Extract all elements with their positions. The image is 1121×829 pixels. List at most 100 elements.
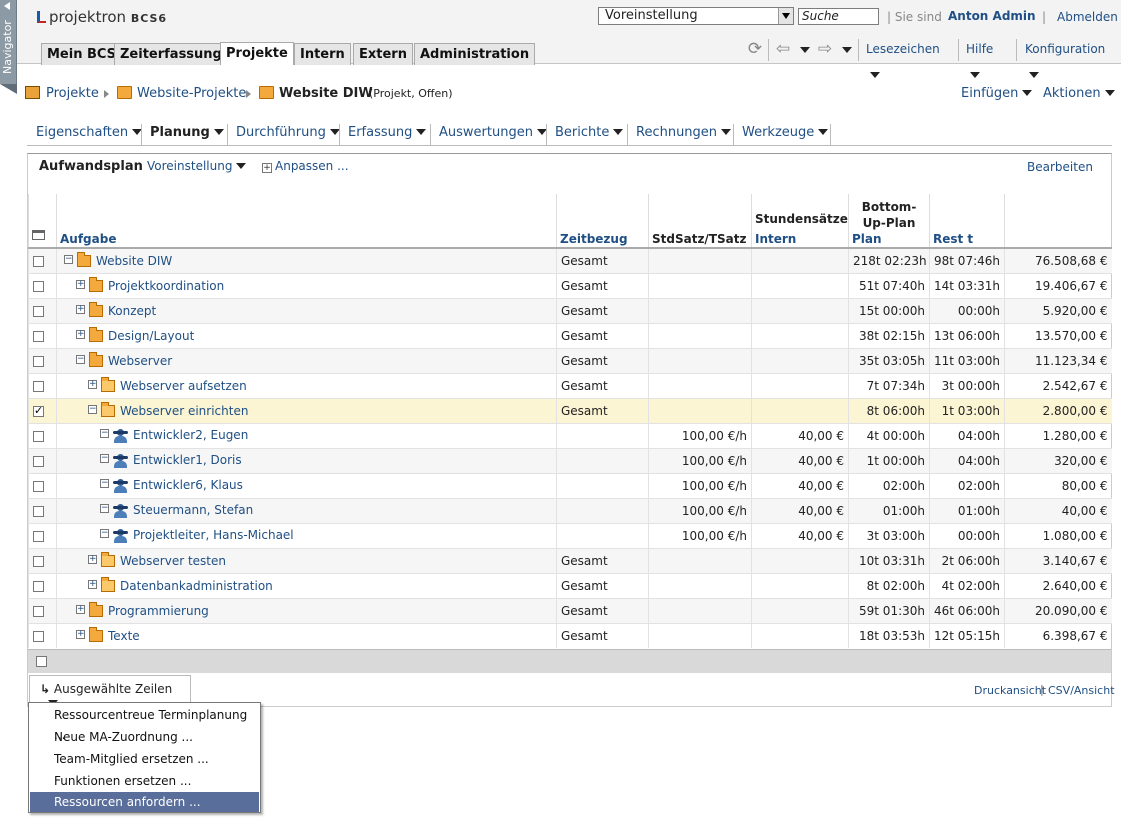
task-cell[interactable]: + Projektkoordination (56, 272, 557, 298)
expand-icon[interactable]: + (76, 604, 85, 614)
task-cell[interactable]: − Entwickler1, Doris (56, 447, 557, 473)
selected-rows-button[interactable]: ↳ Ausgewählte Zeilen (29, 675, 191, 706)
edit-button[interactable]: Bearbeiten (1027, 160, 1093, 174)
collapse-icon[interactable]: − (100, 479, 109, 489)
column-chooser[interactable] (28, 194, 57, 249)
task-cell[interactable]: + Programmierung (56, 597, 557, 623)
table-row[interactable]: + Projektkoordination Gesamt 51t 07:40h 14t … (28, 272, 1112, 298)
row-checkbox[interactable] (33, 280, 44, 292)
task-name[interactable]: Webserver (108, 354, 172, 368)
header-intern[interactable]: Stundensätze Intern (751, 194, 849, 249)
task-cell[interactable]: − Entwickler2, Eugen (56, 422, 557, 448)
help-menu[interactable]: Hilfe (966, 36, 993, 78)
breadcrumb-website-projekte[interactable]: Website-Projekte (137, 86, 246, 101)
back-dropdown-icon[interactable] (792, 36, 814, 62)
expand-icon[interactable]: + (76, 304, 85, 314)
menu-item-replace-functions[interactable]: Funktionen ersetzen ... (30, 771, 259, 791)
forward-arrow-icon[interactable]: ⇨ (814, 36, 836, 62)
row-checkbox[interactable] (33, 380, 44, 392)
task-cell[interactable]: + Texte (56, 622, 557, 648)
user-name[interactable]: Anton Admin (948, 9, 1036, 23)
menu-eigenschaften[interactable]: Eigenschaften (27, 122, 143, 146)
row-checkbox[interactable] (33, 305, 44, 317)
menu-erfassung[interactable]: Erfassung (339, 122, 427, 146)
task-name[interactable]: Entwickler6, Klaus (133, 478, 243, 492)
expand-icon[interactable]: + (76, 329, 85, 339)
row-checkbox[interactable] (33, 480, 44, 492)
collapse-icon[interactable]: − (100, 429, 109, 439)
collapse-icon[interactable]: − (100, 504, 109, 514)
table-row[interactable]: + Konzept Gesamt 15t 00:00h 00:00h 5.920,00 € (28, 297, 1112, 323)
task-name[interactable]: Programmierung (108, 604, 209, 618)
task-name[interactable]: Webserver einrichten (120, 404, 248, 418)
table-row[interactable]: + Programmierung Gesamt 59t 01:30h 46t 06:00… (28, 597, 1112, 623)
collapse-icon[interactable]: − (64, 254, 73, 264)
task-cell[interactable]: + Datenbankadministration (56, 572, 557, 598)
table-row[interactable]: − Entwickler6, Klaus 100,00 €/h 40,00 €02:0… (28, 472, 1112, 498)
task-name[interactable]: Projektkoordination (108, 279, 224, 293)
table-row[interactable]: − Webserver Gesamt 35t 03:05h 11t 03:00h 11.1… (28, 347, 1112, 373)
task-name[interactable]: Entwickler2, Eugen (133, 428, 248, 442)
row-checkbox[interactable] (33, 555, 44, 567)
table-row[interactable]: − Website DIW Gesamt 218t 02:23h 98t 07:46h 7… (28, 247, 1112, 273)
row-checkbox[interactable] (33, 255, 44, 267)
task-cell[interactable]: − Webserver (56, 347, 557, 373)
menu-item-new-assignment[interactable]: Neue MA-Zuordnung ... (30, 727, 259, 747)
row-checkbox[interactable] (33, 404, 44, 417)
collapse-icon[interactable]: − (76, 354, 85, 364)
collapse-icon[interactable]: − (88, 404, 97, 414)
breadcrumb-projekte[interactable]: Projekte (46, 86, 99, 101)
row-checkbox[interactable] (33, 630, 44, 642)
table-row[interactable]: + Texte Gesamt 18t 03:53h 12t 05:15h 6.398,67… (28, 622, 1112, 648)
table-row[interactable]: − Projektleiter, Hans-Michael 100,00 €/h 40… (28, 522, 1112, 548)
task-name[interactable]: Projektleiter, Hans-Michael (133, 528, 294, 542)
row-checkbox[interactable] (33, 355, 44, 367)
task-name[interactable]: Steuermann, Stefan (133, 503, 253, 517)
task-name[interactable]: Website DIW (96, 254, 172, 268)
chevron-down-icon[interactable] (778, 8, 793, 24)
task-name[interactable]: Webserver testen (120, 554, 226, 568)
row-checkbox[interactable] (33, 580, 44, 592)
refresh-icon[interactable]: ⟳ (744, 36, 766, 62)
tab-projekte[interactable]: Projekte (220, 42, 294, 65)
task-name[interactable]: Design/Layout (108, 329, 194, 343)
expand-icon[interactable]: + (88, 379, 97, 389)
search-input[interactable]: Suche (798, 8, 879, 25)
task-cell[interactable]: − Entwickler6, Klaus (56, 472, 557, 498)
tab-mein-bcs[interactable]: Mein BCS (41, 43, 123, 65)
print-view-link[interactable]: Druckansicht (974, 684, 1046, 697)
select-all-checkbox[interactable] (36, 656, 47, 667)
task-name[interactable]: Texte (108, 629, 140, 643)
back-arrow-icon[interactable]: ⇦ (772, 36, 794, 62)
logout-link[interactable]: Abmelden (1057, 10, 1118, 24)
table-row[interactable]: + Webserver aufsetzen Gesamt 7t 07:34h 3t 00… (28, 372, 1112, 398)
task-cell[interactable]: + Design/Layout (56, 322, 557, 348)
task-name[interactable]: Webserver aufsetzen (120, 379, 247, 393)
expand-icon[interactable]: + (88, 579, 97, 589)
task-name[interactable]: Konzept (108, 304, 156, 318)
menu-item-resource-scheduling[interactable]: Ressourcentreue Terminplanung ... (30, 705, 259, 742)
actions-menu[interactable]: Aktionen (1043, 86, 1115, 101)
task-cell[interactable]: − Steuermann, Stefan (56, 497, 557, 523)
collapse-icon[interactable]: − (100, 529, 109, 539)
task-cell[interactable]: + Webserver aufsetzen (56, 372, 557, 398)
row-checkbox[interactable] (33, 605, 44, 617)
task-cell[interactable]: − Website DIW (56, 247, 557, 273)
table-row[interactable]: + Webserver testen Gesamt 10t 03:31h 2t 06:0… (28, 547, 1112, 573)
menu-rechnungen[interactable]: Rechnungen (627, 122, 732, 146)
row-checkbox[interactable] (33, 505, 44, 517)
tab-administration[interactable]: Administration (414, 43, 536, 65)
task-name[interactable]: Datenbankadministration (120, 579, 273, 593)
tab-intern[interactable]: Intern (294, 43, 351, 65)
customize-button[interactable]: + Anpassen ... (262, 159, 349, 173)
menu-werkzeuge[interactable]: Werkzeuge (733, 122, 829, 146)
menu-item-replace-member[interactable]: Team-Mitglied ersetzen ... (30, 749, 259, 769)
expand-icon[interactable]: + (76, 629, 85, 639)
menu-berichte[interactable]: Berichte (546, 122, 624, 146)
csv-view-link[interactable]: CSV/Ansicht (1048, 684, 1115, 697)
table-row[interactable]: − Entwickler1, Doris 100,00 €/h 40,00 €1t 0… (28, 447, 1112, 473)
insert-menu[interactable]: Einfügen (961, 86, 1033, 101)
header-rest[interactable]: Rest t (929, 194, 1005, 249)
expand-icon[interactable]: + (88, 554, 97, 564)
forward-dropdown-icon[interactable] (834, 36, 856, 62)
